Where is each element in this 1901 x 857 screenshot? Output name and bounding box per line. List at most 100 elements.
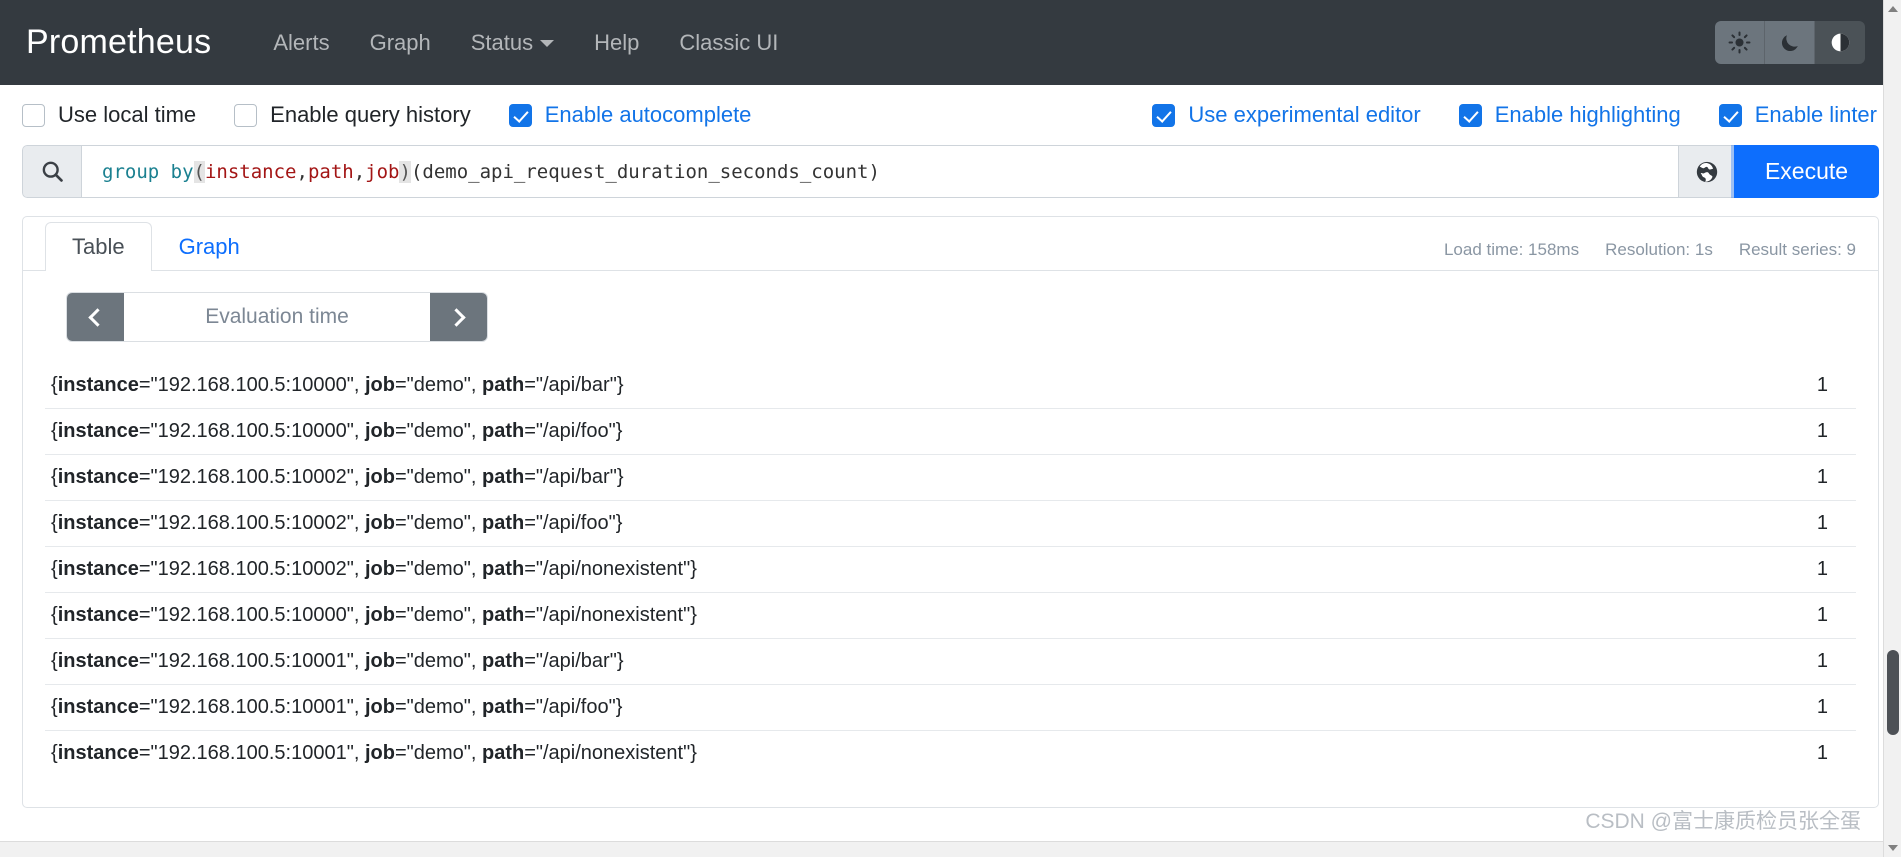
stat-result-series: Result series: 9 bbox=[1738, 240, 1856, 259]
label-name: instance bbox=[57, 604, 139, 626]
nav-link-alerts[interactable]: Alerts bbox=[253, 24, 349, 62]
label-equals: = bbox=[524, 650, 536, 672]
checkbox-use-local-time-box[interactable] bbox=[22, 103, 45, 127]
series-value-cell: 1 bbox=[1816, 650, 1828, 672]
evaluation-time-prev-button[interactable] bbox=[67, 293, 124, 341]
label-value: "demo" bbox=[406, 742, 471, 764]
label-separator: , bbox=[470, 466, 482, 488]
evaluation-time-input[interactable]: Evaluation time bbox=[124, 293, 430, 341]
label-name: path bbox=[481, 558, 525, 580]
nav-link-alerts-label: Alerts bbox=[273, 29, 330, 55]
label-value: "/api/nonexistent" bbox=[535, 558, 691, 580]
label-name: instance bbox=[57, 466, 139, 488]
evaluation-time-next-button[interactable] bbox=[430, 293, 487, 341]
label-equals: = bbox=[138, 466, 151, 488]
query-input[interactable]: group by(instance, path, job) (demo_api_r… bbox=[81, 145, 1678, 198]
checkbox-enable-linter-label: Enable linter bbox=[1754, 102, 1877, 127]
result-table: {instance="192.168.100.5:10000", job="de… bbox=[45, 363, 1856, 776]
scroll-down-button[interactable] bbox=[1884, 839, 1901, 857]
search-button[interactable] bbox=[22, 145, 81, 198]
checkbox-enable-highlighting[interactable]: Enable highlighting bbox=[1458, 102, 1681, 128]
label-value: "demo" bbox=[406, 558, 471, 580]
theme-dark-button[interactable] bbox=[1765, 21, 1815, 64]
label-equals: = bbox=[138, 374, 151, 396]
globe-icon bbox=[1696, 161, 1717, 182]
vertical-scrollbar[interactable] bbox=[1883, 0, 1901, 857]
table-row: {instance="192.168.100.5:10002", job="de… bbox=[45, 454, 1856, 501]
label-name: job bbox=[364, 742, 395, 764]
series-value-cell: 1 bbox=[1816, 466, 1828, 488]
panel-tabs: Table Graph Load time: 158ms Resolution:… bbox=[23, 217, 1878, 271]
query-token-instance: instance bbox=[204, 160, 297, 183]
label-brace-close: } bbox=[615, 420, 623, 442]
label-value: "/api/nonexistent" bbox=[535, 604, 691, 626]
label-brace-open: { bbox=[51, 650, 58, 672]
label-name: instance bbox=[57, 374, 139, 396]
label-brace-close: } bbox=[690, 604, 697, 626]
brand-prometheus[interactable]: Prometheus bbox=[26, 23, 211, 62]
label-brace-close: } bbox=[616, 374, 624, 396]
label-name: path bbox=[481, 696, 525, 718]
query-token-open-paren: ( bbox=[193, 160, 205, 183]
label-equals: = bbox=[394, 420, 407, 442]
label-value: "192.168.100.5:10002" bbox=[150, 558, 354, 580]
nav-link-help-label: Help bbox=[594, 29, 640, 55]
series-labels-cell: {instance="192.168.100.5:10002", job="de… bbox=[45, 455, 1736, 501]
label-name: job bbox=[364, 466, 395, 488]
nav-link-graph[interactable]: Graph bbox=[350, 24, 451, 62]
label-value: "demo" bbox=[406, 696, 471, 718]
label-separator: , bbox=[470, 558, 482, 580]
tab-table[interactable]: Table bbox=[45, 222, 152, 271]
label-value: "192.168.100.5:10002" bbox=[150, 512, 354, 534]
checkbox-use-experimental-editor-box[interactable] bbox=[1152, 103, 1176, 127]
nav-link-classic-ui-label: Classic UI bbox=[679, 29, 779, 55]
metrics-explorer-button[interactable] bbox=[1678, 145, 1734, 198]
vertical-scrollbar-thumb[interactable] bbox=[1887, 650, 1899, 735]
label-separator: , bbox=[353, 650, 365, 672]
label-value: "192.168.100.5:10000" bbox=[150, 420, 354, 442]
label-equals: = bbox=[394, 512, 407, 534]
options-bar: Use local time Enable query history Enab… bbox=[0, 85, 1901, 145]
label-brace-open: { bbox=[51, 742, 58, 764]
query-token-metric: (demo_api_request_duration_seconds_count… bbox=[410, 160, 880, 183]
label-separator: , bbox=[353, 466, 365, 488]
checkbox-enable-query-history[interactable]: Enable query history bbox=[234, 102, 471, 128]
label-value: "demo" bbox=[406, 420, 471, 442]
nav-link-classic-ui[interactable]: Classic UI bbox=[659, 24, 798, 62]
theme-auto-button[interactable] bbox=[1815, 21, 1865, 64]
label-equals: = bbox=[524, 558, 536, 580]
checkbox-enable-autocomplete[interactable]: Enable autocomplete bbox=[508, 102, 752, 128]
search-icon bbox=[42, 161, 63, 182]
checkbox-enable-query-history-label: Enable query history bbox=[270, 102, 471, 127]
nav-link-help[interactable]: Help bbox=[574, 24, 659, 62]
label-name: path bbox=[481, 512, 525, 534]
checkbox-enable-autocomplete-label: Enable autocomplete bbox=[544, 102, 752, 127]
checkbox-use-experimental-editor[interactable]: Use experimental editor bbox=[1152, 102, 1421, 128]
execute-button[interactable]: Execute bbox=[1734, 145, 1879, 198]
checkbox-enable-highlighting-box[interactable] bbox=[1458, 103, 1482, 127]
checkbox-enable-autocomplete-box[interactable] bbox=[508, 103, 532, 127]
tab-graph[interactable]: Graph bbox=[152, 222, 267, 271]
series-value-cell: 1 bbox=[1816, 742, 1828, 764]
label-value: "192.168.100.5:10002" bbox=[150, 466, 354, 488]
scroll-up-button[interactable] bbox=[1884, 0, 1901, 18]
label-equals: = bbox=[394, 466, 407, 488]
label-value: "192.168.100.5:10001" bbox=[150, 696, 354, 718]
triangle-down-icon bbox=[1888, 845, 1898, 851]
horizontal-scrollbar[interactable] bbox=[0, 841, 1883, 857]
nav-link-status[interactable]: Status bbox=[451, 24, 574, 62]
table-row: {instance="192.168.100.5:10001", job="de… bbox=[45, 730, 1856, 777]
checkbox-enable-linter[interactable]: Enable linter bbox=[1718, 102, 1877, 128]
checkbox-use-local-time[interactable]: Use local time bbox=[22, 102, 196, 128]
label-separator: , bbox=[353, 742, 365, 764]
result-table-body: {instance="192.168.100.5:10000", job="de… bbox=[45, 363, 1856, 776]
label-name: path bbox=[481, 650, 525, 672]
checkbox-enable-query-history-box[interactable] bbox=[234, 103, 258, 127]
label-brace-open: { bbox=[51, 558, 58, 580]
label-brace-close: } bbox=[616, 650, 624, 672]
table-row: {instance="192.168.100.5:10000", job="de… bbox=[45, 592, 1856, 639]
theme-light-button[interactable] bbox=[1715, 21, 1765, 64]
label-name: path bbox=[481, 742, 525, 764]
checkbox-enable-linter-box[interactable] bbox=[1718, 103, 1742, 127]
label-brace-open: { bbox=[51, 420, 58, 442]
